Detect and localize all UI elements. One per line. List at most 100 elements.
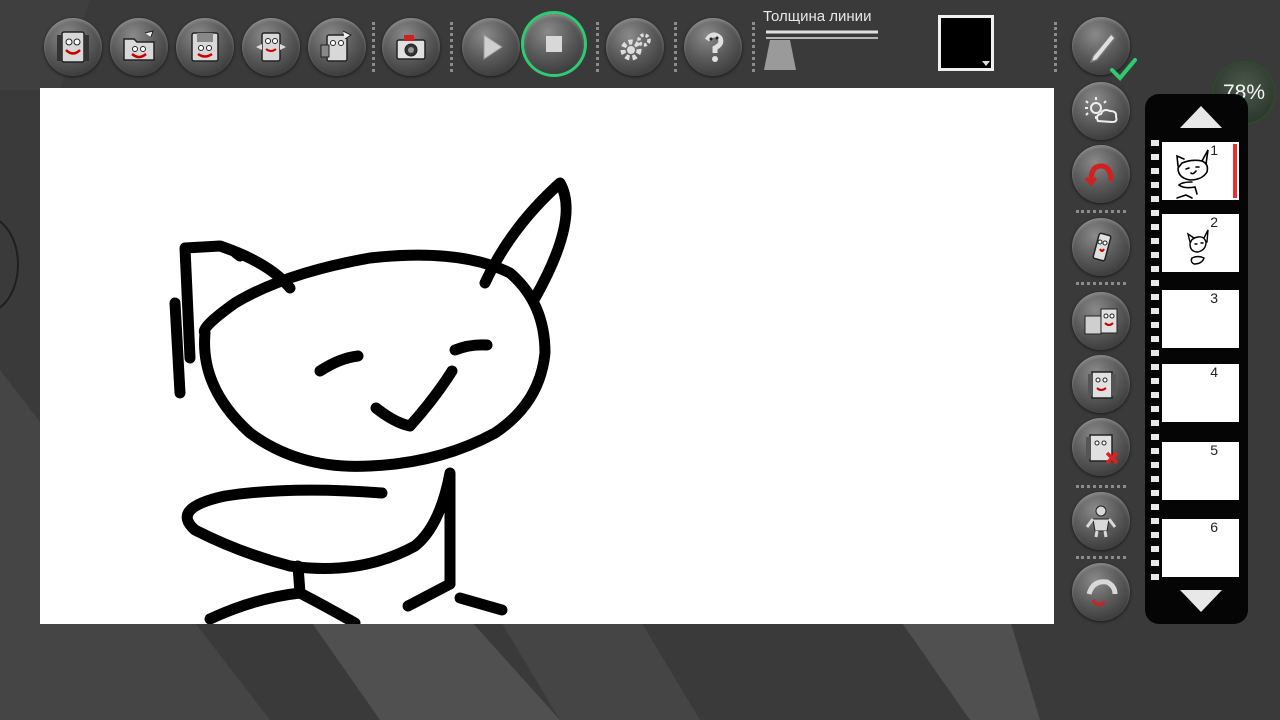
frame-thumbnail-6[interactable]: 6 bbox=[1162, 519, 1239, 577]
character-button[interactable] bbox=[1072, 492, 1130, 550]
onion-skin-icon bbox=[1085, 97, 1118, 124]
copy-frame-icon bbox=[1084, 308, 1118, 335]
camera-button[interactable] bbox=[382, 18, 440, 76]
film-perforation bbox=[1151, 308, 1159, 314]
film-perforation bbox=[1151, 266, 1159, 272]
toolbar-separator bbox=[752, 22, 755, 72]
frame-number: 3 bbox=[1210, 290, 1218, 306]
settings-button[interactable] bbox=[606, 18, 664, 76]
frame-number: 6 bbox=[1210, 519, 1218, 535]
redo-button[interactable] bbox=[1072, 563, 1130, 621]
film-perforation bbox=[1151, 210, 1159, 216]
film-perforation bbox=[1151, 378, 1159, 384]
line-thickness-label: Толщина линии bbox=[763, 8, 872, 25]
delete-frame-icon bbox=[1086, 434, 1119, 465]
film-perforation bbox=[1151, 224, 1159, 230]
export-icon bbox=[256, 32, 286, 62]
film-perforation bbox=[1151, 490, 1159, 496]
eraser-icon bbox=[1092, 232, 1112, 262]
film-perforation bbox=[1151, 336, 1159, 342]
film-perforation bbox=[1151, 168, 1159, 174]
undo-button[interactable] bbox=[1072, 145, 1130, 203]
drawing-canvas[interactable] bbox=[40, 88, 1054, 624]
film-perforation bbox=[1151, 196, 1159, 202]
add-frame-button[interactable] bbox=[1072, 355, 1130, 413]
film-perforation bbox=[1151, 504, 1159, 510]
film-perforation bbox=[1151, 518, 1159, 524]
save-icon bbox=[191, 32, 219, 62]
side-separator bbox=[1076, 485, 1126, 488]
share-icon bbox=[320, 30, 352, 62]
film-perforation bbox=[1151, 420, 1159, 426]
open-folder-icon bbox=[123, 30, 155, 61]
toolbar-separator bbox=[674, 22, 677, 72]
delete-frame-button[interactable] bbox=[1072, 418, 1130, 476]
film-perforation bbox=[1151, 546, 1159, 552]
new-file-button[interactable] bbox=[44, 18, 102, 76]
side-separator bbox=[1076, 556, 1126, 559]
film-perforation bbox=[1151, 140, 1159, 146]
check-icon bbox=[1110, 58, 1137, 81]
frame-preview bbox=[1176, 149, 1209, 199]
film-perforation bbox=[1151, 322, 1159, 328]
help-button[interactable] bbox=[684, 18, 742, 76]
new-file-icon bbox=[57, 31, 89, 63]
film-perforation bbox=[1151, 350, 1159, 356]
frame-number: 5 bbox=[1210, 442, 1218, 458]
settings-icon bbox=[620, 33, 651, 61]
slider-thumb[interactable] bbox=[764, 40, 796, 70]
stop-icon bbox=[546, 36, 562, 52]
side-separator bbox=[1076, 282, 1126, 285]
film-perforation bbox=[1151, 182, 1159, 188]
decorative-circle bbox=[0, 215, 19, 314]
frames-panel: 1 2 3 4 5 6 bbox=[1145, 94, 1248, 624]
color-picker-button[interactable] bbox=[938, 15, 994, 71]
scroll-down-arrow-icon[interactable] bbox=[1178, 588, 1224, 614]
export-button[interactable] bbox=[242, 18, 300, 76]
character-icon bbox=[1085, 505, 1117, 538]
film-perforation bbox=[1151, 476, 1159, 482]
film-perforation bbox=[1151, 406, 1159, 412]
share-button[interactable] bbox=[308, 18, 366, 76]
film-perforation bbox=[1151, 252, 1159, 258]
film-perforation bbox=[1151, 280, 1159, 286]
toolbar-separator bbox=[596, 22, 599, 72]
frame-thumbnail-3[interactable]: 3 bbox=[1162, 290, 1239, 348]
film-perforation bbox=[1151, 434, 1159, 440]
frame-preview bbox=[1186, 229, 1209, 265]
film-perforation bbox=[1151, 294, 1159, 300]
film-perforation bbox=[1151, 532, 1159, 538]
film-perforation bbox=[1151, 574, 1159, 580]
frame-number: 4 bbox=[1210, 364, 1218, 380]
line-thickness-slider[interactable] bbox=[760, 26, 882, 72]
stop-button[interactable] bbox=[524, 14, 584, 74]
cat-drawing bbox=[169, 177, 572, 624]
frame-thumbnail-4[interactable]: 4 bbox=[1162, 364, 1239, 422]
side-separator bbox=[1076, 210, 1126, 213]
save-button[interactable] bbox=[176, 18, 234, 76]
film-perforation bbox=[1151, 238, 1159, 244]
redo-icon bbox=[1086, 579, 1118, 607]
film-perforation bbox=[1151, 462, 1159, 468]
film-perforation bbox=[1151, 364, 1159, 370]
toolbar-separator bbox=[450, 22, 453, 72]
onion-skin-button[interactable] bbox=[1072, 82, 1130, 140]
help-icon bbox=[704, 32, 724, 62]
eraser-button[interactable] bbox=[1072, 218, 1130, 276]
selected-frame-marker bbox=[1233, 144, 1237, 198]
play-button[interactable] bbox=[462, 18, 520, 76]
add-frame-icon bbox=[1088, 371, 1116, 399]
dropdown-arrow-icon bbox=[982, 61, 990, 66]
toolbar-separator bbox=[1054, 22, 1057, 72]
film-perforation bbox=[1151, 448, 1159, 454]
copy-frame-button[interactable] bbox=[1072, 292, 1130, 350]
frame-thumbnail-2[interactable]: 2 bbox=[1162, 214, 1239, 272]
open-button[interactable] bbox=[110, 18, 168, 76]
toolbar-separator bbox=[372, 22, 375, 72]
film-perforation bbox=[1151, 560, 1159, 566]
frame-thumbnail-5[interactable]: 5 bbox=[1162, 442, 1239, 500]
scroll-up-arrow-icon[interactable] bbox=[1178, 104, 1224, 130]
film-perforation bbox=[1151, 392, 1159, 398]
frame-thumbnail-1[interactable]: 1 bbox=[1162, 142, 1239, 200]
film-perforation bbox=[1151, 154, 1159, 160]
